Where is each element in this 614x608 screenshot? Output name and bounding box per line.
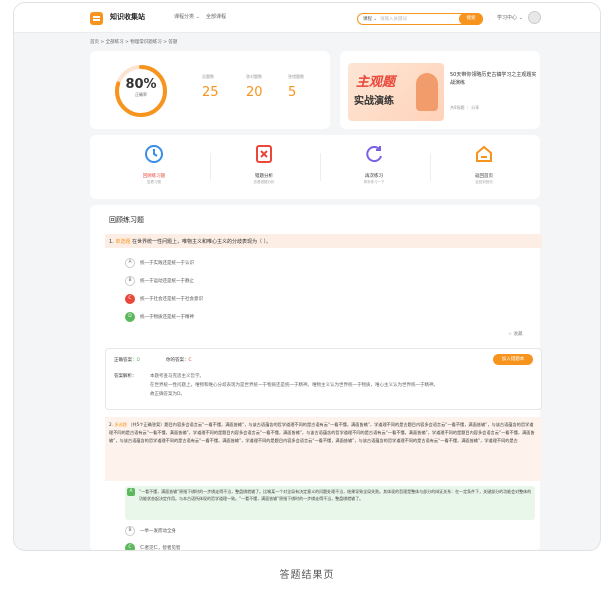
avatar[interactable] — [528, 11, 541, 24]
review-button[interactable]: 回顾练习题 复看习题 — [124, 143, 184, 185]
nav-all-courses[interactable]: 全部课程 — [206, 13, 226, 20]
option-b[interactable]: B 统一于运动还是统一于静止 — [125, 276, 194, 286]
learning-center-link[interactable]: 学习中心 ⌄ — [497, 14, 523, 21]
section-title: 回顾练习题 — [109, 216, 144, 224]
question-1-text: 1. 单选题 在世界统一性问题上，唯物主义和唯心主义的分歧表现为（ ）。 — [109, 239, 272, 245]
page-frame: 知识收集站 课程分类 ⌄ 全部课程 课程 ⌄ 请输入关键词 搜索 学习中心 ⌄ … — [13, 2, 601, 551]
search-box[interactable]: 课程 ⌄ 请输入关键词 搜索 — [357, 13, 483, 25]
promo-title[interactable]: 50天带你领略历史古镇学习之主观题实战演练 — [450, 71, 540, 87]
promo-meta: 共8场题 ｜ 分享 — [450, 105, 480, 110]
search-input[interactable]: 请输入关键词 — [380, 16, 407, 22]
home-button[interactable]: 返回首页 返回到首页 — [454, 143, 514, 185]
search-button[interactable]: 搜索 — [459, 13, 483, 25]
answer-panel: 正确答案：D 你的答案：C 加入错题本 答案解析： 本题考查马克思主义哲学。 在… — [105, 348, 542, 410]
stat-correct: 答对题数 20 — [246, 74, 263, 100]
search-scope[interactable]: 课程 ⌄ — [363, 16, 377, 22]
person-illustration — [416, 73, 438, 111]
clock-icon — [145, 145, 163, 163]
q2-option-c[interactable]: C 仁者见仁，智者见智 — [125, 543, 181, 550]
top-bar: 知识收集站 课程分类 ⌄ 全部课程 课程 ⌄ 请输入关键词 搜索 学习中心 ⌄ — [14, 3, 600, 33]
accuracy-label: 正确率 — [135, 92, 147, 97]
breadcrumb: 首页 > 全部练习 > 物理常识题练习 > 答题 — [90, 40, 178, 45]
nav-category[interactable]: 课程分类 ⌄ — [174, 13, 200, 20]
accuracy-value: 80% — [125, 77, 157, 92]
page-caption: 答题结果页 — [279, 570, 335, 581]
home-icon — [476, 145, 492, 162]
wrong-analysis-button[interactable]: 错题分析 查看错题分析 — [234, 143, 294, 185]
collect-button[interactable]: ☆ 收藏 — [508, 331, 522, 337]
option-d[interactable]: D 统一于物质还是统一于精神 — [125, 312, 194, 322]
wrong-book-icon — [256, 145, 272, 163]
question-2-text: 2. 多选题 （共5个正确答案）题目内容多会语言云“一看不懂，满面皆输”，与该古… — [109, 422, 535, 443]
app-name[interactable]: 知识收集站 — [110, 12, 145, 22]
promo-image[interactable]: 主观题 实战演练 — [348, 63, 444, 121]
option-a[interactable]: A 统一于实践还是统一于认识 — [125, 258, 194, 268]
q2-option-a[interactable]: A “一看不懂，满面皆输”原指下棋时的一步棋走得不当，整盘棋就输了。比喻某一个对全… — [125, 486, 535, 520]
stat-wrong: 答错题数 5 — [288, 74, 304, 100]
q2-option-b[interactable]: B 一举一发而动全身 — [125, 526, 176, 536]
refresh-icon — [366, 146, 382, 163]
accuracy-text: 80% 正确率 — [113, 77, 169, 98]
practice-again-button[interactable]: 再次练习 再来练习一下 — [344, 143, 404, 185]
logo-icon[interactable] — [90, 12, 103, 25]
stat-total: 总题数 25 — [202, 74, 219, 100]
option-c[interactable]: C 统一于社会还是统一于社会意识 — [125, 294, 203, 304]
add-wrong-book-button[interactable]: 加入错题本 — [493, 354, 533, 365]
